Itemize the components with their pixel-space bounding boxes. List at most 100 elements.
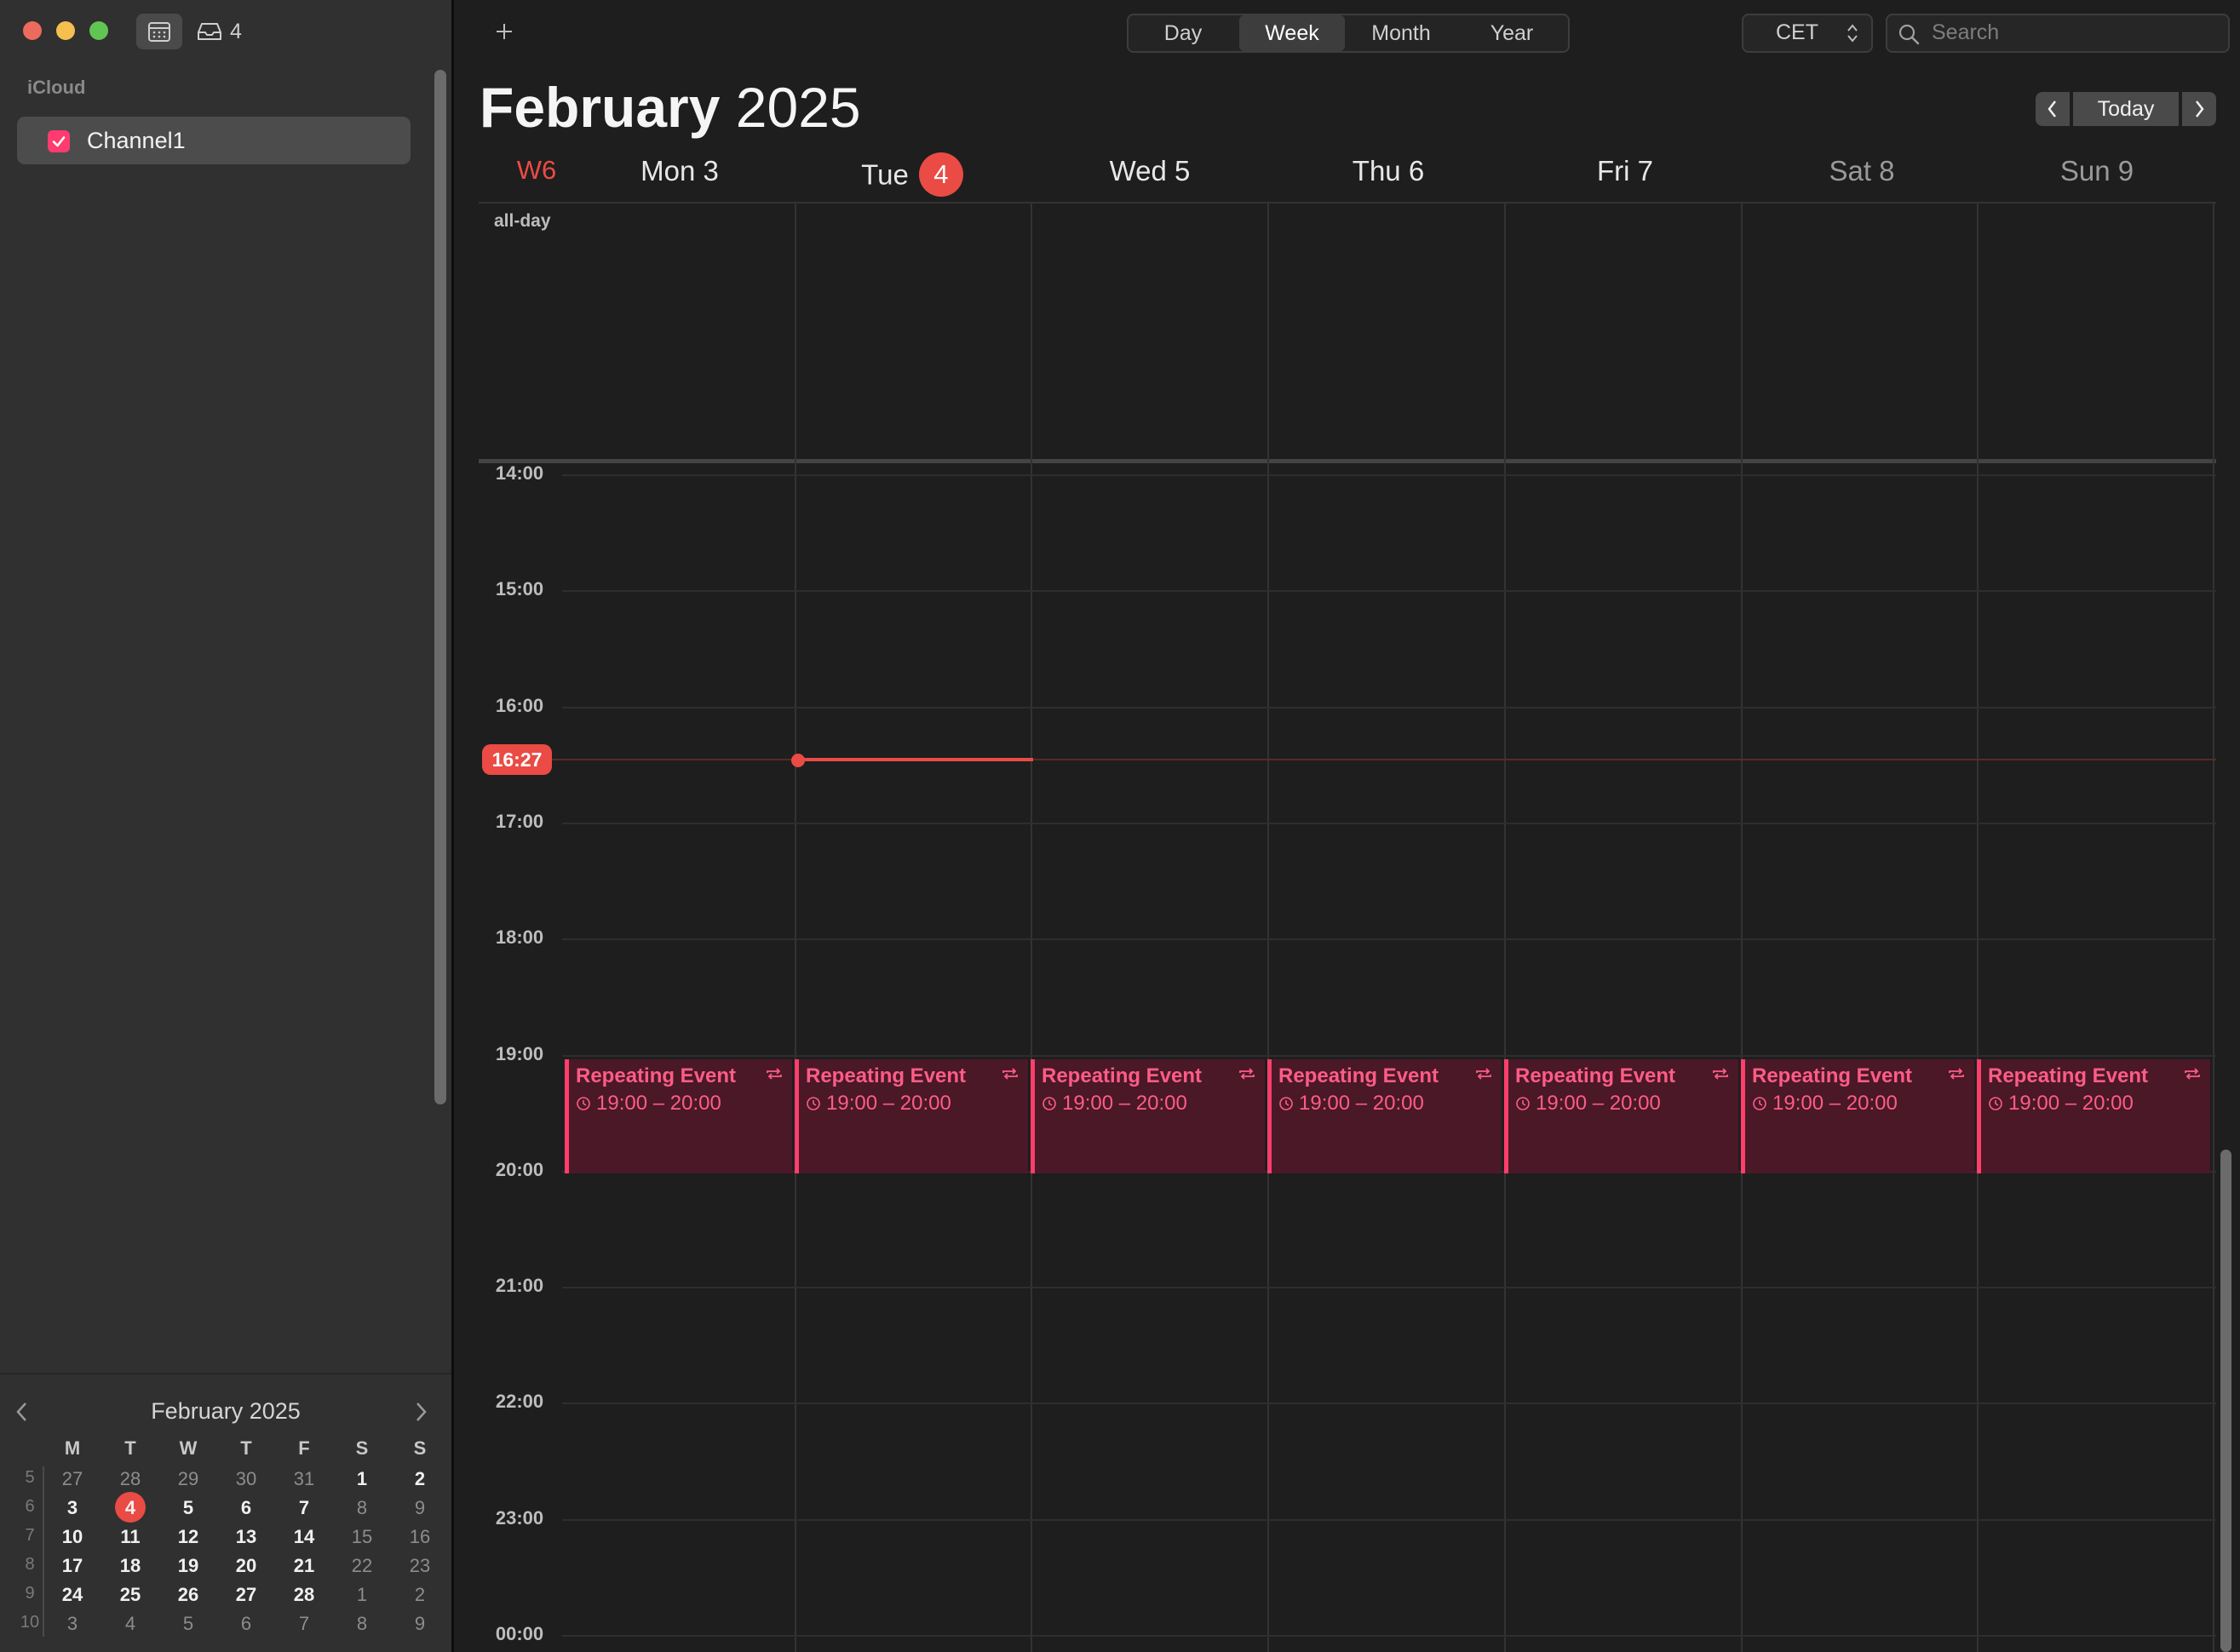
mini-day[interactable]: 15: [336, 1526, 388, 1548]
mini-weekday-header: F: [298, 1437, 310, 1459]
timezone-select[interactable]: CET: [1742, 14, 1873, 53]
mini-day[interactable]: 6: [221, 1497, 272, 1519]
event-time: 19:00 – 20:00: [576, 1092, 721, 1116]
calendar-list-button[interactable]: [136, 14, 182, 49]
mini-day[interactable]: 27: [47, 1468, 98, 1490]
event-repeating[interactable]: Repeating Event 19:00 – 20:00: [1977, 1059, 2210, 1173]
event-time: 19:00 – 20:00: [1278, 1092, 1424, 1116]
hour-line: [562, 938, 2216, 940]
hour-line: [562, 1519, 2216, 1521]
mini-day[interactable]: 22: [336, 1555, 388, 1577]
add-event-button[interactable]: [485, 14, 523, 49]
sidebar-scrollbar[interactable]: [434, 70, 446, 1104]
mini-day[interactable]: 9: [394, 1613, 445, 1635]
time-label: 00:00: [495, 1623, 544, 1644]
next-week-button[interactable]: [2182, 92, 2216, 126]
mini-day[interactable]: 4: [105, 1613, 156, 1635]
mini-day[interactable]: 25: [105, 1584, 156, 1606]
mini-day[interactable]: 2: [394, 1584, 445, 1606]
calendar-checkbox[interactable]: [48, 130, 70, 152]
mini-day[interactable]: 1: [336, 1584, 388, 1606]
chevron-left-icon: [2048, 100, 2056, 118]
mini-day[interactable]: 19: [163, 1555, 214, 1577]
search-placeholder: Search: [1932, 20, 2000, 44]
mini-day[interactable]: 13: [221, 1526, 272, 1548]
hour-line: [562, 823, 2216, 824]
current-time-badge: 16:27: [482, 744, 552, 775]
repeat-icon: [765, 1066, 784, 1086]
view-tab-day[interactable]: Day: [1129, 15, 1238, 51]
mini-day[interactable]: 21: [279, 1555, 330, 1577]
mini-day[interactable]: 14: [279, 1526, 330, 1548]
day-header-0[interactable]: Mon 3: [569, 155, 790, 187]
prev-week-button[interactable]: [2036, 92, 2070, 126]
grid-scrollbar[interactable]: [2220, 1150, 2231, 1652]
mini-day[interactable]: 29: [163, 1468, 214, 1490]
event-repeating[interactable]: Repeating Event 19:00 – 20:00: [1741, 1059, 1974, 1173]
day-header-2[interactable]: Wed 5: [1039, 155, 1261, 187]
mini-day[interactable]: 17: [47, 1555, 98, 1577]
mini-day[interactable]: 8: [336, 1613, 388, 1635]
calendar-item-channel1[interactable]: Channel1: [17, 117, 411, 164]
mini-day[interactable]: 4: [105, 1497, 156, 1519]
event-time: 19:00 – 20:00: [1515, 1092, 1661, 1116]
mini-day[interactable]: 28: [279, 1584, 330, 1606]
mini-day[interactable]: 5: [163, 1497, 214, 1519]
mini-day[interactable]: 3: [47, 1497, 98, 1519]
mini-day[interactable]: 12: [163, 1526, 214, 1548]
repeat-icon: [1238, 1066, 1256, 1086]
event-time-text: 19:00 – 20:00: [826, 1092, 951, 1115]
mini-day[interactable]: 18: [105, 1555, 156, 1577]
mini-day[interactable]: 3: [47, 1613, 98, 1635]
mini-day[interactable]: 30: [221, 1468, 272, 1490]
inbox-button[interactable]: 4: [196, 14, 242, 49]
minimize-window-button[interactable]: [56, 21, 75, 40]
event-repeating[interactable]: Repeating Event 19:00 – 20:00: [1267, 1059, 1502, 1173]
mini-calendar-next-button[interactable]: [412, 1400, 429, 1430]
mini-day[interactable]: 5: [163, 1613, 214, 1635]
view-tab-week[interactable]: Week: [1239, 15, 1345, 51]
view-tab-year[interactable]: Year: [1457, 15, 1566, 51]
day-header-3[interactable]: Thu 6: [1278, 155, 1499, 187]
mini-day[interactable]: 2: [394, 1468, 445, 1490]
view-tab-month[interactable]: Month: [1347, 15, 1456, 51]
mini-day[interactable]: 1: [336, 1468, 388, 1490]
mini-day[interactable]: 8: [336, 1497, 388, 1519]
all-day-divider: [479, 459, 2216, 463]
event-repeating[interactable]: Repeating Event 19:00 – 20:00: [1504, 1059, 1738, 1173]
event-repeating[interactable]: Repeating Event 19:00 – 20:00: [565, 1059, 792, 1173]
mini-day[interactable]: 6: [221, 1613, 272, 1635]
column-divider: [1267, 202, 1269, 1652]
mini-weekday-header: T: [240, 1437, 252, 1459]
event-repeating[interactable]: Repeating Event 19:00 – 20:00: [1031, 1059, 1265, 1173]
day-header-1[interactable]: Tue 4: [801, 152, 1023, 199]
clock-icon: [1042, 1097, 1056, 1110]
mini-day[interactable]: 28: [105, 1468, 156, 1490]
search-field[interactable]: Search: [1886, 14, 2230, 53]
mini-day[interactable]: 11: [105, 1526, 156, 1548]
zoom-window-button[interactable]: [89, 21, 108, 40]
time-label: 21:00: [495, 1275, 544, 1296]
mini-day[interactable]: 10: [47, 1526, 98, 1548]
mini-day[interactable]: 23: [394, 1555, 445, 1577]
mini-day[interactable]: 7: [279, 1613, 330, 1635]
mini-day[interactable]: 7: [279, 1497, 330, 1519]
mini-day[interactable]: 16: [394, 1526, 445, 1548]
close-window-button[interactable]: [23, 21, 42, 40]
today-button[interactable]: Today: [2073, 92, 2179, 126]
mini-day[interactable]: 20: [221, 1555, 272, 1577]
event-time: 19:00 – 20:00: [1042, 1092, 1187, 1116]
mini-day[interactable]: 9: [394, 1497, 445, 1519]
title-month: February: [480, 76, 721, 139]
event-repeating[interactable]: Repeating Event 19:00 – 20:00: [795, 1059, 1028, 1173]
day-header-6[interactable]: Sun 9: [1986, 155, 2208, 187]
time-label: 16:00: [495, 695, 544, 716]
day-header-5[interactable]: Sat 8: [1751, 155, 1973, 187]
day-header-4[interactable]: Fri 7: [1514, 155, 1736, 187]
mini-day[interactable]: 27: [221, 1584, 272, 1606]
mini-day[interactable]: 24: [47, 1584, 98, 1606]
clock-icon: [1279, 1097, 1293, 1110]
repeat-icon: [1711, 1066, 1730, 1086]
mini-day[interactable]: 31: [279, 1468, 330, 1490]
mini-day[interactable]: 26: [163, 1584, 214, 1606]
